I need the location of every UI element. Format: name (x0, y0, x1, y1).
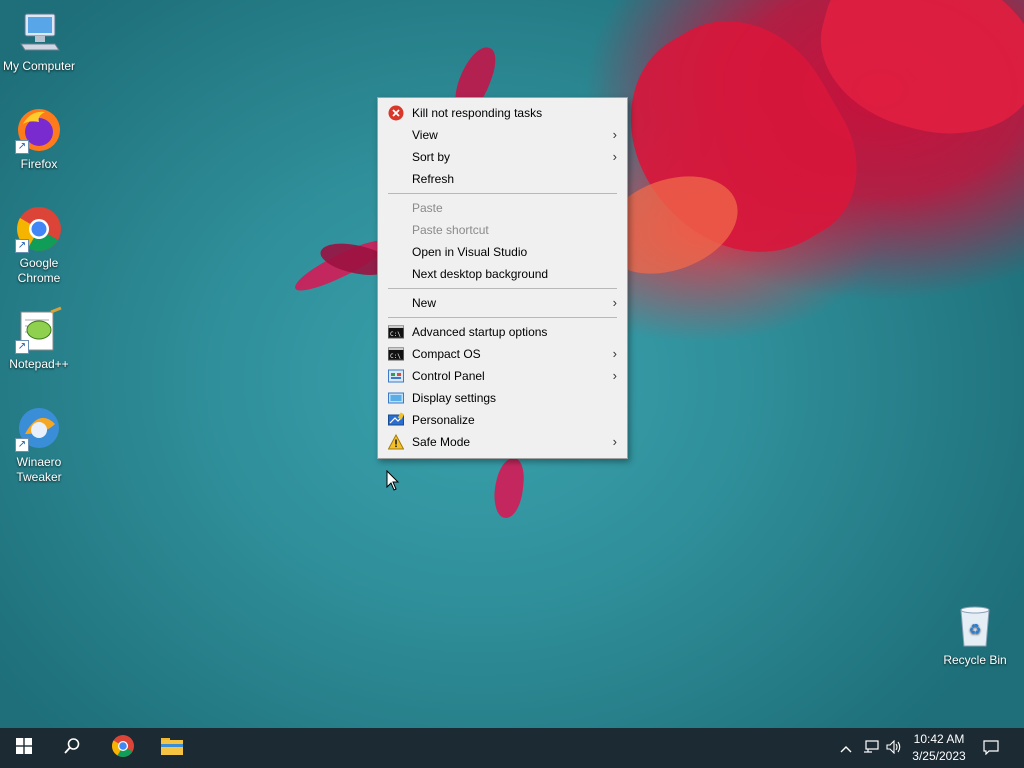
desktop-icon-my-computer[interactable]: My Computer (0, 8, 78, 74)
desktop-icon-label: Recycle Bin (943, 653, 1007, 667)
control-panel-icon (388, 368, 404, 384)
search-icon (63, 737, 81, 760)
menu-separator (388, 193, 617, 194)
wallpaper-petal (492, 456, 526, 520)
desktop-icon-notepadpp[interactable]: ↗ Notepad++ (0, 306, 78, 372)
taskbar-chrome-button[interactable] (99, 728, 147, 768)
menu-item-next-desktop-background[interactable]: Next desktop background (378, 263, 627, 285)
cmd-icon: C:\ (388, 324, 404, 340)
menu-item-new[interactable]: New › (378, 292, 627, 314)
menu-item-label: Control Panel (412, 369, 485, 383)
desktop-icon-label: Firefox (20, 157, 58, 171)
chevron-right-icon: › (612, 127, 617, 142)
chrome-icon: ↗ (15, 205, 63, 253)
desktop-icon-google-chrome[interactable]: ↗ Google Chrome (0, 205, 78, 286)
recycle-bin-icon: ♻ (951, 602, 999, 650)
personalize-icon (388, 412, 405, 428)
menu-item-view[interactable]: View › (378, 124, 627, 146)
menu-item-personalize[interactable]: Personalize (378, 409, 627, 431)
search-button[interactable] (48, 728, 96, 768)
chevron-right-icon: › (612, 149, 617, 164)
computer-icon (15, 8, 63, 56)
display-icon (388, 390, 404, 406)
warning-icon (387, 433, 405, 450)
menu-item-label: Display settings (412, 391, 497, 405)
cmd-icon: C:\ (388, 346, 404, 362)
mouse-cursor-icon (386, 469, 400, 492)
desktop-context-menu: Kill not responding tasks View › Sort by… (377, 97, 628, 459)
svg-text:C:\: C:\ (390, 331, 401, 338)
menu-item-label: View (412, 128, 438, 142)
menu-item-label: Kill not responding tasks (412, 106, 543, 120)
notification-icon (983, 739, 999, 758)
svg-text:♻: ♻ (969, 622, 982, 638)
menu-item-label: Advanced startup options (412, 325, 548, 339)
shortcut-arrow-icon: ↗ (15, 239, 29, 253)
firefox-icon: ↗ (15, 106, 63, 154)
menu-item-label: Open in Visual Studio (412, 245, 528, 259)
taskbar-file-explorer-button[interactable] (148, 728, 196, 768)
menu-item-paste-shortcut: Paste shortcut (378, 219, 627, 241)
taskbar-clock[interactable]: 10:42 AM 3/25/2023 (902, 731, 976, 765)
menu-item-kill-not-responding-tasks[interactable]: Kill not responding tasks (378, 102, 627, 124)
desktop-icon-recycle-bin[interactable]: ♻ Recycle Bin (936, 602, 1014, 668)
menu-separator (388, 288, 617, 289)
error-x-icon (388, 105, 404, 121)
menu-item-refresh[interactable]: Refresh (378, 168, 627, 190)
desktop-icon-label: Notepad++ (9, 357, 69, 371)
chevron-right-icon: › (612, 368, 617, 383)
shortcut-arrow-icon: ↗ (15, 438, 29, 452)
notepadpp-icon: ↗ (15, 306, 63, 354)
menu-item-label: Safe Mode (412, 435, 471, 449)
menu-item-control-panel[interactable]: Control Panel › (378, 365, 627, 387)
shortcut-arrow-icon: ↗ (15, 340, 29, 354)
clock-time: 10:42 AM (913, 732, 965, 746)
menu-item-display-settings[interactable]: Display settings (378, 387, 627, 409)
chevron-up-icon (840, 741, 852, 756)
start-icon (16, 737, 32, 759)
desktop-icon-label: Google Chrome (17, 256, 61, 285)
winaero-tweaker-icon: ↗ (15, 404, 63, 452)
speaker-icon (886, 739, 902, 757)
chevron-right-icon: › (612, 346, 617, 361)
menu-item-compact-os[interactable]: C:\ Compact OS › (378, 343, 627, 365)
menu-item-label: Paste shortcut (412, 223, 489, 237)
menu-item-label: Refresh (412, 172, 455, 186)
shortcut-arrow-icon: ↗ (15, 140, 29, 154)
desktop-icon-winaero-tweaker[interactable]: ↗ Winaero Tweaker (0, 404, 78, 485)
desktop-icon-label: Winaero Tweaker (16, 455, 62, 484)
menu-item-sort-by[interactable]: Sort by › (378, 146, 627, 168)
network-icon (863, 739, 879, 757)
menu-item-label: Paste (412, 201, 443, 215)
menu-item-label: Sort by (412, 150, 451, 164)
network-button[interactable] (860, 728, 882, 768)
menu-item-label: Next desktop background (412, 267, 549, 281)
menu-item-paste: Paste (378, 197, 627, 219)
chevron-right-icon: › (612, 295, 617, 310)
start-button[interactable] (0, 728, 48, 768)
menu-item-label: Personalize (412, 413, 475, 427)
show-hidden-icons-button[interactable] (836, 728, 856, 768)
taskbar: 10:42 AM 3/25/2023 (0, 728, 1024, 768)
chevron-right-icon: › (612, 434, 617, 449)
menu-item-open-in-visual-studio[interactable]: Open in Visual Studio (378, 241, 627, 263)
desktop-icon-firefox[interactable]: ↗ Firefox (0, 106, 78, 172)
menu-item-advanced-startup-options[interactable]: C:\ Advanced startup options (378, 321, 627, 343)
menu-item-safe-mode[interactable]: Safe Mode › (378, 431, 627, 453)
menu-separator (388, 317, 617, 318)
menu-item-label: New (412, 296, 437, 310)
menu-item-label: Compact OS (412, 347, 481, 361)
action-center-button[interactable] (978, 728, 1004, 768)
desktop-icon-label: My Computer (2, 59, 76, 73)
svg-text:C:\: C:\ (390, 353, 401, 360)
file-explorer-icon (160, 735, 184, 762)
chrome-icon (111, 734, 135, 763)
clock-date: 3/25/2023 (912, 749, 966, 763)
